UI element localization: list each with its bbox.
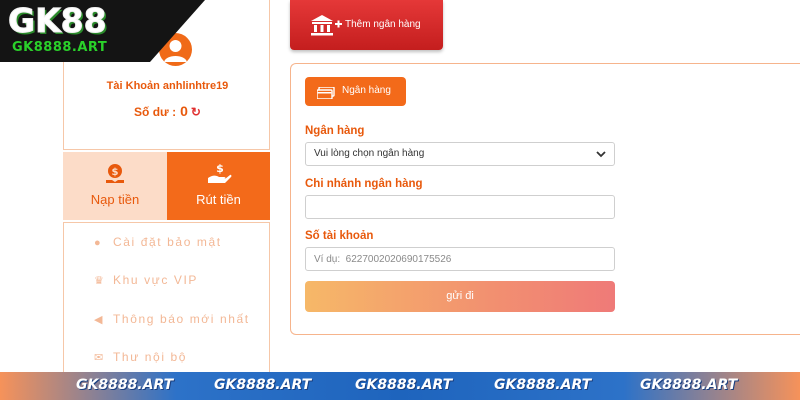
hand-money-icon: $ [167, 162, 270, 191]
bank-select-value: Vui lòng chọn ngân hàng [314, 148, 425, 159]
svg-text:$: $ [112, 167, 119, 178]
menu-item-label: Thông báo mới nhất [113, 312, 250, 326]
add-bank-button[interactable]: Thêm ngân hàng [290, 0, 443, 50]
account-name: Tài Khoản anhlinhtre19 [106, 80, 229, 92]
coin-bag-icon: $ [63, 162, 167, 191]
submit-label: gửi đi [446, 290, 474, 302]
banner-domain: GK8888.ART [640, 377, 738, 393]
tab-withdraw[interactable]: $ Rút tiền [167, 152, 270, 220]
tab-deposit[interactable]: $ Nạp tiền [63, 152, 167, 220]
submit-button[interactable]: gửi đi [305, 281, 615, 312]
bank-select[interactable]: Vui lòng chọn ngân hàng [305, 142, 615, 166]
bank-form-panel: Ngân hàng Ngân hàng Vui lòng chọn ngân h… [290, 63, 800, 335]
menu-item-label: Khu vực VIP [113, 273, 198, 287]
branch-input-wrap [305, 195, 615, 219]
balance: Số dư :0 ↻ [64, 103, 271, 119]
domain-banner: GK8888.ART GK8888.ART GK8888.ART GK8888.… [0, 372, 800, 400]
logo-domain: GK8888.ART [12, 40, 108, 55]
banner-domain: GK8888.ART [214, 377, 312, 393]
logo-brand: GK88 [8, 1, 108, 41]
bank-add-icon [310, 14, 342, 41]
branch-input[interactable] [306, 196, 614, 218]
tab-deposit-label: Nạp tiền [90, 192, 140, 207]
chevron-down-icon [595, 147, 607, 166]
megaphone-icon: ◀ [94, 314, 103, 326]
side-menu: ● Cài đặt bảo mật ♛ Khu vực VIP ◀ Thông báo… [63, 222, 270, 372]
credit-card-icon [316, 86, 335, 104]
bank-label: Ngân hàng [305, 125, 365, 137]
menu-item-inbox[interactable]: ✉ Thư nội bộ [94, 350, 187, 368]
withdraw-page: GK88 GK8888.ART Tài Khoản anhlinhtre19 S… [0, 0, 800, 400]
menu-item-announcements[interactable]: ◀ Thông báo mới nhất [94, 312, 250, 330]
envelope-icon: ✉ [94, 352, 104, 364]
branch-label: Chi nhánh ngân hàng [305, 178, 423, 190]
balance-value: 0 [180, 103, 188, 119]
crown-icon: ♛ [94, 275, 104, 287]
menu-item-security[interactable]: ● Cài đặt bảo mật [94, 235, 222, 253]
menu-item-label: Thư nội bộ [113, 350, 188, 364]
add-bank-label: Thêm ngân hàng [345, 19, 421, 30]
menu-item-label: Cài đặt bảo mật [113, 235, 222, 249]
account-number-label: Số tài khoản [305, 230, 374, 242]
tab-bank[interactable]: Ngân hàng [305, 77, 406, 106]
account-number-input[interactable] [306, 248, 614, 270]
refresh-icon[interactable]: ↻ [191, 105, 201, 119]
banner-domain: GK8888.ART [76, 377, 174, 393]
banner-domain: GK8888.ART [494, 377, 592, 393]
menu-item-vip[interactable]: ♛ Khu vực VIP [94, 273, 198, 291]
balance-label: Số dư : [134, 105, 177, 119]
tab-bank-label: Ngân hàng [342, 85, 391, 96]
svg-text:$: $ [216, 162, 224, 175]
banner-domain: GK8888.ART [355, 377, 453, 393]
user-lock-icon: ● [94, 237, 101, 249]
tab-withdraw-label: Rút tiền [196, 192, 241, 207]
account-number-input-wrap [305, 247, 615, 271]
